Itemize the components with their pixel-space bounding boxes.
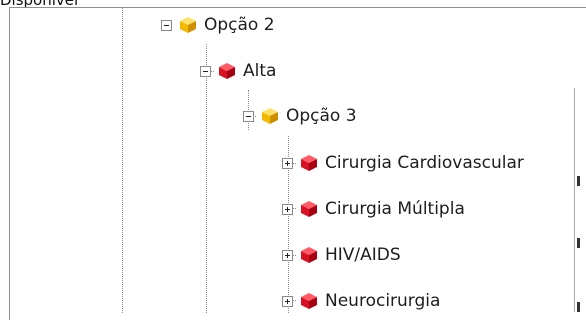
collapse-toggle-icon[interactable]: [200, 65, 211, 77]
tree-node-hiv-aids[interactable]: HIV/AIDS: [282, 244, 401, 266]
tree-node-opcao-2[interactable]: Opção 2: [161, 14, 275, 36]
tree-node-label: Alta: [243, 61, 277, 81]
expand-toggle-icon[interactable]: [282, 157, 293, 169]
red-cube-icon: [219, 63, 235, 79]
tree-guide-line: [206, 44, 207, 313]
expand-toggle-icon[interactable]: [282, 203, 293, 215]
yellow-cube-icon: [262, 108, 278, 124]
right-panel-edge: [574, 88, 586, 312]
tree-view[interactable]: Opção 2 Alta Opção 3 Cirurgia Cardiovasc…: [9, 7, 586, 320]
tree-node-cirurgia-cardiovascular[interactable]: Cirurgia Cardiovascular: [282, 152, 524, 174]
yellow-cube-icon: [180, 17, 196, 33]
expand-toggle-icon[interactable]: [282, 249, 293, 261]
red-cube-icon: [301, 155, 317, 171]
tree-node-cirurgia-multipla[interactable]: Cirurgia Múltipla: [282, 198, 465, 220]
tree-node-neurocirurgia[interactable]: Neurocirurgia: [282, 290, 440, 312]
red-cube-icon: [301, 293, 317, 309]
collapse-toggle-icon[interactable]: [243, 110, 254, 122]
red-cube-icon: [301, 201, 317, 217]
tree-node-label: Neurocirurgia: [325, 291, 441, 311]
tree-node-label: HIV/AIDS: [325, 245, 401, 265]
collapse-toggle-icon[interactable]: [161, 19, 172, 31]
tree-node-label: Cirurgia Cardiovascular: [325, 153, 524, 173]
tree-node-opcao-3[interactable]: Opção 3: [243, 105, 357, 127]
expand-toggle-icon[interactable]: [282, 295, 293, 307]
tree-guide-line: [122, 8, 123, 313]
tree-node-label: Opção 3: [286, 106, 357, 126]
tree-node-label: Opção 2: [204, 15, 275, 35]
tree-node-label: Cirurgia Múltipla: [325, 199, 465, 219]
tree-node-alta[interactable]: Alta: [200, 60, 276, 82]
red-cube-icon: [301, 247, 317, 263]
